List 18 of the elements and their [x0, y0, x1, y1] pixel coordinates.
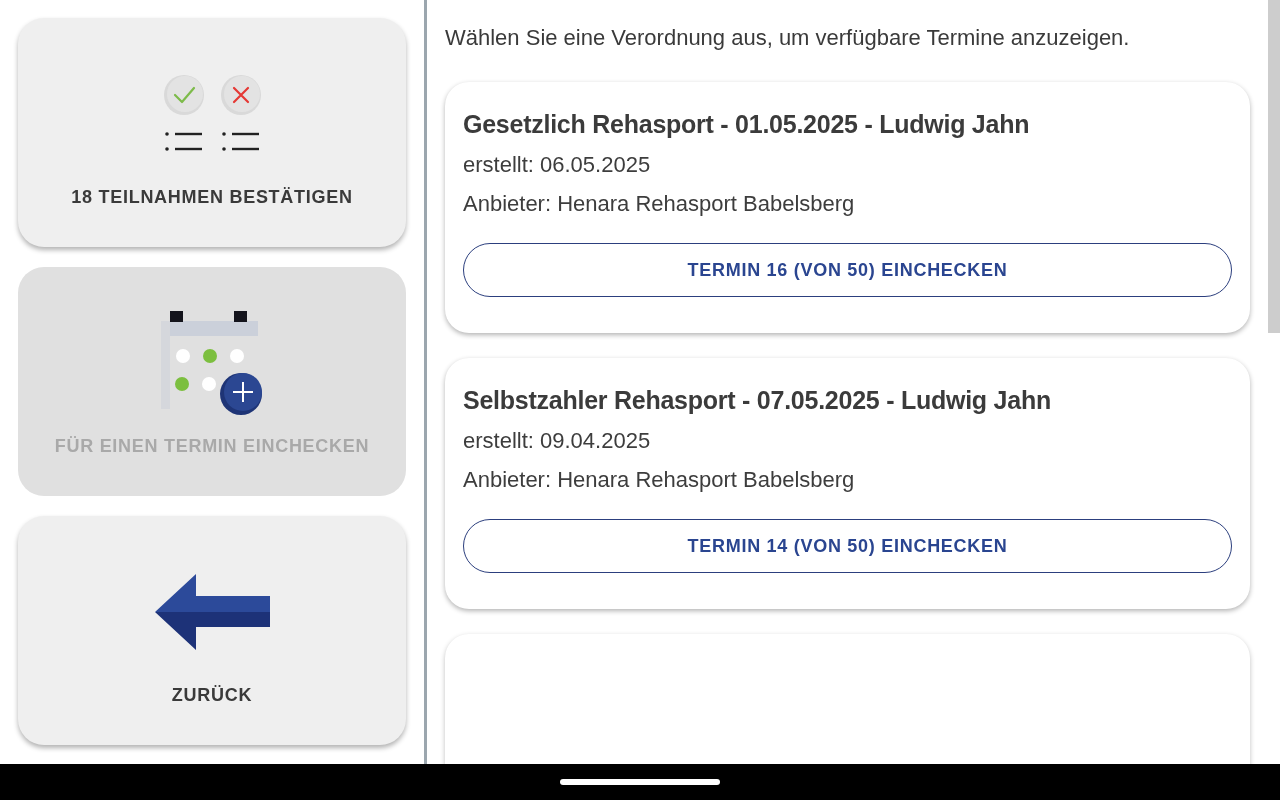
- tick-cross-lists-icon: [163, 75, 261, 153]
- intro-text: Wählen Sie eine Verordnung aus, um verfügbare Termine anzuzeigen.: [445, 24, 1130, 52]
- action-tile[interactable]: 18 TEILNAHMEN BESTÄTIGEN: [18, 18, 406, 247]
- prescription-card[interactable]: Selbstzahler Rehasport - 07.05.2025 - Ludwig Jahn erstellt: 09.04.2025 Anbieter: Henara Rehasport Babelsberg TERMIN 14 (VON 50) EINCHECKEN: [445, 358, 1250, 609]
- home-indicator[interactable]: [560, 779, 720, 785]
- scrollbar[interactable]: [1268, 0, 1280, 333]
- created-date-text: erstellt: 06.05.2025: [463, 151, 651, 179]
- prescription-card[interactable]: Gesetzlich Rehasport - 01.05.2025 - Ludwig Jahn erstellt: 06.05.2025 Anbieter: Henara Rehasport Babelsberg TERMIN 16 (VON 50) EINCHECKEN: [445, 82, 1250, 333]
- check-in-button[interactable]: TERMIN 16 (VON 50) EINCHECKEN: [463, 243, 1232, 297]
- provider-text: Anbieter: Henara Rehasport Babelsberg: [463, 466, 855, 494]
- provider-text: Anbieter: Henara Rehasport Babelsberg: [463, 190, 855, 218]
- created-date-text: erstellt: 09.04.2025: [463, 427, 651, 455]
- calendar-plus-icon: [161, 311, 263, 415]
- left-arrow-icon: [154, 574, 270, 650]
- action-tile[interactable]: ZURÜCK: [18, 516, 406, 745]
- prescription-title: Selbstzahler Rehasport - 07.05.2025 - Ludwig Jahn: [463, 385, 1051, 416]
- prescription-title: Gesetzlich Rehasport - 01.05.2025 - Ludwig Jahn: [463, 109, 1030, 140]
- check-in-button[interactable]: TERMIN 14 (VON 50) EINCHECKEN: [463, 519, 1232, 573]
